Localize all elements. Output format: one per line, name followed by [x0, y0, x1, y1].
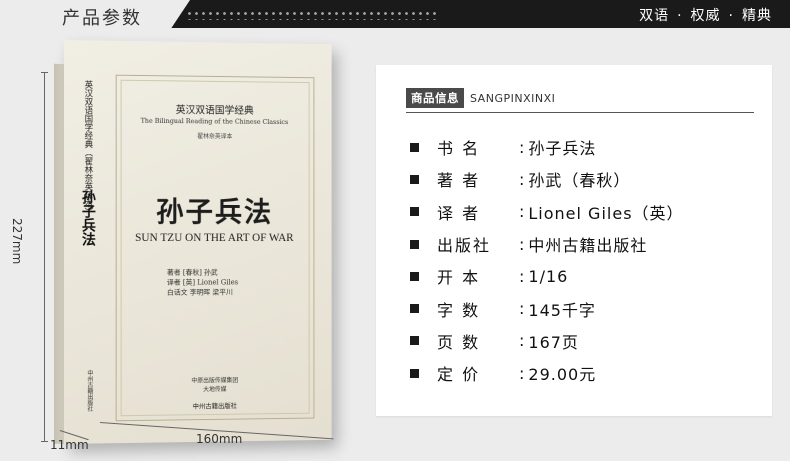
book-product-image: 227mm 英汉双语国学经典（翟林奈英译本） 孙子兵法 中州古籍出版社 英汉双语…: [0, 28, 380, 461]
square-bullet-icon: [410, 174, 419, 184]
info-value: Lionel Giles（英）: [528, 203, 684, 223]
info-row-page-count: 页 数 : 167页: [410, 325, 684, 357]
cover-series-cn: 英汉双语国学经典: [175, 105, 254, 117]
square-bullet-icon: [410, 207, 419, 217]
tagline-separator: ·: [728, 8, 734, 24]
info-value: 孙子兵法: [528, 139, 597, 159]
info-row-format: 开 本 : 1/16: [410, 260, 684, 292]
info-label: 译 者: [437, 203, 481, 223]
banner-dot-pattern: [186, 10, 436, 20]
info-label: 著 者: [437, 171, 481, 191]
info-subtitle: SANGPINXINXI: [470, 91, 556, 105]
info-list: 书 名 : 孙子兵法 著 者 : 孙武（春秋） 译 者 : Lionel Gil…: [410, 131, 684, 389]
info-colon: :: [519, 299, 525, 319]
cover-author-line: 著者 [春秋] 孙武: [166, 268, 218, 277]
info-row-author: 著 者 : 孙武（春秋）: [410, 163, 684, 195]
cover-author-line: 白话文 李明晖 梁平川: [166, 288, 233, 297]
cover-side-publisher: 中州古籍出版社: [85, 369, 93, 412]
info-label: 开 本: [437, 268, 481, 288]
square-bullet-icon: [410, 271, 419, 281]
info-value: 1/16: [528, 266, 569, 286]
info-colon: :: [519, 234, 525, 254]
tagline-item: 精典: [742, 8, 772, 24]
info-row-title: 书 名 : 孙子兵法: [410, 131, 684, 163]
banner-title: 产品参数: [62, 8, 142, 29]
width-dimension-label: 160mm: [196, 432, 243, 446]
tagline-separator: ·: [677, 8, 683, 24]
info-label: 出版社: [437, 236, 492, 256]
info-colon: :: [519, 169, 525, 189]
square-bullet-icon: [410, 142, 419, 152]
info-value: 167页: [528, 332, 579, 352]
square-bullet-icon: [410, 239, 419, 249]
product-info-panel: 商品信息 SANGPINXINXI 书 名 : 孙子兵法 著 者 : 孙武（春秋…: [376, 65, 772, 416]
cover-decorative-frame: [115, 74, 315, 422]
depth-dimension-label: 11mm: [50, 438, 89, 452]
info-value: 145千字: [528, 300, 596, 320]
info-colon: :: [519, 363, 525, 383]
info-colon: :: [519, 202, 525, 222]
cover-publisher-group: 中原出版传媒集团 大地传媒: [116, 375, 313, 395]
info-value: 中州古籍出版社: [528, 236, 648, 256]
height-dimension-line: [41, 72, 48, 442]
info-label: 字 数: [437, 300, 481, 320]
square-bullet-icon: [410, 368, 419, 378]
tagline-item: 权威: [690, 8, 721, 24]
info-divider: [406, 112, 754, 113]
info-row-price: 定 价 : 29.00元: [410, 357, 684, 389]
cover-author-line: 译者 [英] Lionel Giles: [166, 278, 239, 287]
info-header: 商品信息 SANGPINXINXI: [406, 88, 555, 108]
cover-series-sub: 翟林奈英译本: [197, 133, 233, 141]
info-value: 孙武（春秋）: [528, 171, 631, 191]
info-label: 页 数: [437, 332, 481, 352]
info-value: 29.00元: [528, 365, 597, 385]
info-colon: :: [519, 331, 525, 351]
banner-tagline: 双语 · 权威 · 精典: [639, 5, 772, 25]
cover-authors: 著者 [春秋] 孙武 译者 [英] Lionel Giles 白话文 李明晖 梁…: [167, 268, 238, 298]
height-dimension-label: 227mm: [10, 218, 24, 265]
square-bullet-icon: [410, 336, 419, 346]
info-label: 定 价: [437, 365, 481, 385]
cover-title-cn: 孙子兵法: [156, 195, 274, 229]
info-row-word-count: 字 数 : 145千字: [410, 292, 684, 324]
cover-title-en: SUN TZU ON THE ART OF WAR: [135, 232, 294, 244]
square-bullet-icon: [410, 304, 419, 314]
book-cover: 英汉双语国学经典（翟林奈英译本） 孙子兵法 中州古籍出版社 英汉双语国学经典 T…: [64, 40, 332, 444]
info-badge: 商品信息: [406, 88, 464, 108]
info-colon: :: [519, 137, 525, 157]
cover-side-title: 孙子兵法: [79, 190, 96, 246]
info-row-publisher: 出版社 : 中州古籍出版社: [410, 228, 684, 260]
info-colon: :: [519, 266, 525, 286]
info-label: 书 名: [437, 139, 481, 159]
tagline-item: 双语: [639, 8, 670, 24]
info-row-translator: 译 者 : Lionel Giles（英）: [410, 196, 684, 228]
